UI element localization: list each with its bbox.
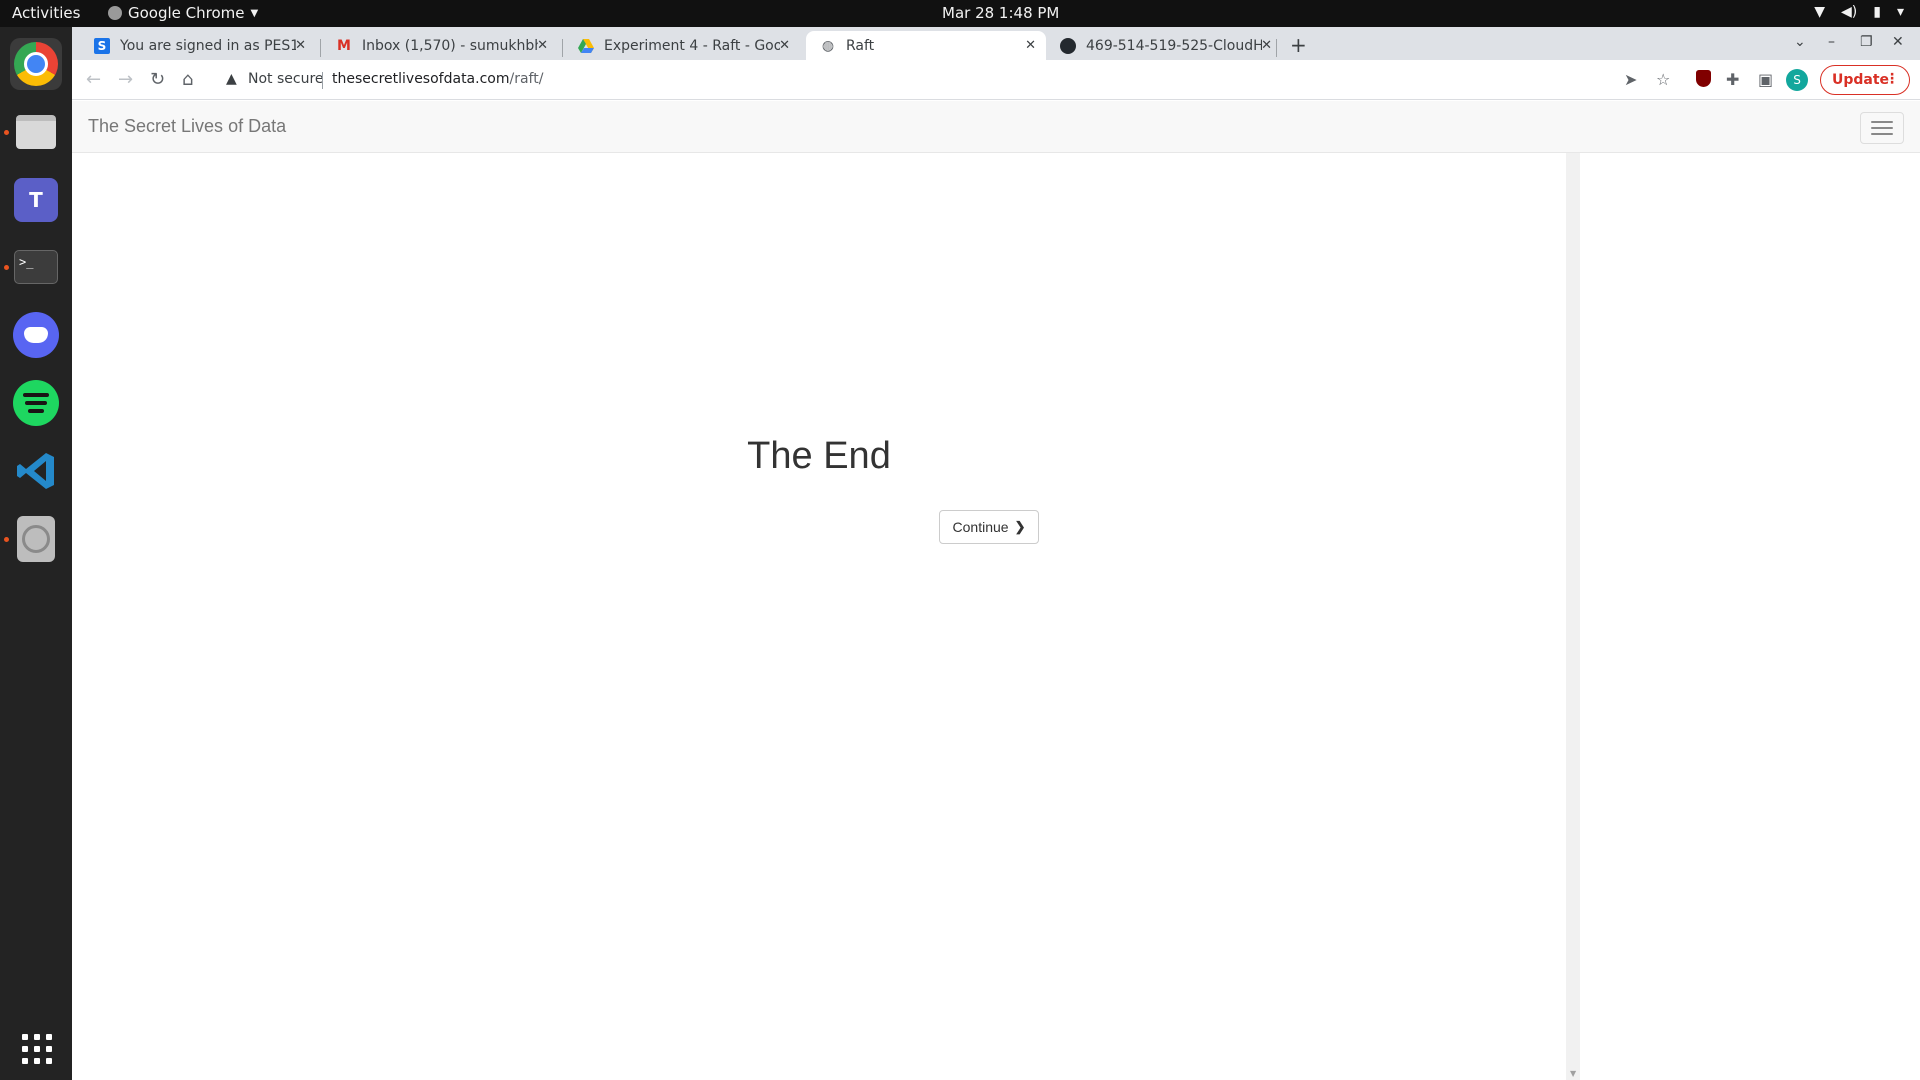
- discord-icon: [13, 312, 59, 358]
- url-host: thesecretlivesofdata.com: [332, 71, 510, 87]
- not-secure-label[interactable]: Not secure: [248, 71, 324, 87]
- tab-title: 469-514-519-525-CloudHa: [1086, 37, 1262, 54]
- running-indicator: [4, 537, 9, 542]
- minimize-icon[interactable]: –: [1828, 34, 1835, 50]
- tab-separator: [1276, 39, 1277, 57]
- tab-pes-signin[interactable]: S You are signed in as PES1 ✕: [80, 31, 316, 60]
- tray-caret-icon: ▾: [1896, 4, 1904, 20]
- extensions-puzzle-icon[interactable]: ✚: [1726, 70, 1739, 89]
- clock[interactable]: Mar 28 1:48 PM: [942, 4, 1059, 22]
- close-icon[interactable]: ✕: [295, 38, 306, 53]
- system-tray[interactable]: ▼ ◀) ▮ ▾: [1814, 4, 1904, 20]
- site-navbar: The Secret Lives of Data: [72, 101, 1920, 153]
- app-menu[interactable]: Google Chrome ▼: [108, 4, 258, 22]
- caret-down-icon: ▼: [250, 7, 259, 19]
- close-window-icon[interactable]: ✕: [1892, 34, 1904, 50]
- dock-spotify[interactable]: [10, 377, 62, 429]
- close-icon[interactable]: ✕: [1025, 38, 1036, 53]
- new-tab-plus-icon[interactable]: +: [1290, 33, 1307, 57]
- hamburger-menu-icon[interactable]: [1860, 112, 1904, 144]
- update-label: Update: [1832, 72, 1890, 88]
- chevron-right-icon: ❯: [1014, 519, 1026, 534]
- tab-strip: S You are signed in as PES1 ✕ M Inbox (1…: [72, 27, 1920, 60]
- dock-chrome[interactable]: [10, 38, 62, 90]
- send-tab-icon[interactable]: ➤: [1624, 70, 1637, 89]
- restore-icon[interactable]: ❐: [1860, 34, 1873, 50]
- tab-separator: [562, 39, 563, 57]
- dock: T >_: [0, 27, 72, 1080]
- dock-terminal[interactable]: >_: [10, 241, 62, 293]
- chrome-icon: [14, 42, 58, 86]
- dock-teams[interactable]: T: [10, 174, 62, 226]
- site-brand[interactable]: The Secret Lives of Data: [88, 116, 286, 137]
- tab-title: Inbox (1,570) - sumukhbh: [362, 37, 538, 54]
- volume-icon: ◀): [1841, 4, 1858, 20]
- continue-button[interactable]: Continue ❯: [939, 510, 1039, 544]
- chrome-app-icon: [108, 6, 122, 20]
- bookmark-star-icon[interactable]: ☆: [1656, 70, 1670, 89]
- kebab-menu-icon: ⋮: [1885, 71, 1899, 87]
- browser-toolbar: ← → ↻ ⌂ ▲ Not secure thesecretlivesofdat…: [72, 60, 1920, 100]
- terminal-icon: >_: [14, 250, 58, 284]
- google-drive-icon: [578, 38, 594, 54]
- page-title: The End: [747, 435, 891, 477]
- tab-google-drive[interactable]: Experiment 4 - Raft - Goog ✕: [564, 31, 800, 60]
- omnibox-divider: [322, 72, 323, 89]
- home-icon[interactable]: ⌂: [182, 69, 193, 90]
- close-icon[interactable]: ✕: [779, 38, 790, 53]
- dock-vscode[interactable]: [10, 445, 62, 497]
- close-icon[interactable]: ✕: [537, 38, 548, 53]
- teams-icon: T: [14, 178, 58, 222]
- system-top-bar: Activities Google Chrome ▼ Mar 28 1:48 P…: [0, 0, 1920, 27]
- tab-github[interactable]: 469-514-519-525-CloudHa ✕: [1046, 31, 1282, 60]
- app-menu-label: Google Chrome: [128, 4, 245, 22]
- address-bar[interactable]: ▲ Not secure thesecretlivesofdata.com/ra…: [214, 65, 1694, 95]
- profile-avatar[interactable]: S: [1786, 69, 1808, 91]
- tab-title: You are signed in as PES1: [120, 37, 296, 54]
- vscode-icon: [14, 449, 58, 493]
- tab-gmail[interactable]: M Inbox (1,570) - sumukhbh ✕: [322, 31, 558, 60]
- dock-discord[interactable]: [10, 309, 62, 361]
- battery-icon: ▮: [1873, 4, 1881, 20]
- url-path: /raft/: [509, 71, 544, 87]
- side-panel-icon[interactable]: ▣: [1758, 70, 1773, 89]
- ublock-origin-icon[interactable]: [1696, 70, 1711, 87]
- scroll-down-arrow-icon[interactable]: ▼: [1570, 1069, 1576, 1078]
- tab-title: Raft: [846, 37, 875, 54]
- scrollbar[interactable]: [1566, 153, 1580, 1080]
- tab-separator: [320, 39, 321, 57]
- wifi-icon: ▼: [1814, 4, 1826, 20]
- dock-files[interactable]: [10, 106, 62, 158]
- tab-raft[interactable]: ◍ Raft ✕: [806, 31, 1046, 60]
- disk-icon: [17, 516, 55, 562]
- web-page: The Secret Lives of Data The End Continu…: [72, 101, 1920, 1080]
- show-applications-icon[interactable]: [22, 1034, 52, 1064]
- gmail-icon: M: [337, 37, 351, 54]
- url-text[interactable]: thesecretlivesofdata.com/raft/: [332, 71, 543, 87]
- animation-stage: The End Continue ❯: [72, 153, 1566, 1080]
- tab-title: Experiment 4 - Raft - Goog: [604, 37, 780, 54]
- running-indicator: [4, 130, 9, 135]
- warning-triangle-icon[interactable]: ▲: [226, 71, 237, 87]
- spotify-icon: [13, 380, 59, 426]
- running-indicator: [4, 265, 9, 270]
- dock-disk-app[interactable]: [10, 513, 62, 565]
- forward-arrow-icon[interactable]: →: [118, 69, 133, 90]
- reload-icon[interactable]: ↻: [150, 69, 165, 90]
- continue-label: Continue: [952, 519, 1009, 535]
- s-badge-icon: S: [94, 37, 110, 54]
- globe-icon: ◍: [821, 37, 835, 54]
- browser-window: S You are signed in as PES1 ✕ M Inbox (1…: [72, 27, 1920, 1080]
- close-icon[interactable]: ✕: [1261, 38, 1272, 53]
- github-icon: [1060, 37, 1076, 54]
- back-arrow-icon[interactable]: ←: [86, 69, 101, 90]
- files-icon: [16, 115, 56, 149]
- activities-button[interactable]: Activities: [12, 4, 80, 22]
- tab-search-chevron-icon[interactable]: ⌄: [1794, 34, 1806, 50]
- update-button[interactable]: Update ⋮: [1820, 65, 1910, 95]
